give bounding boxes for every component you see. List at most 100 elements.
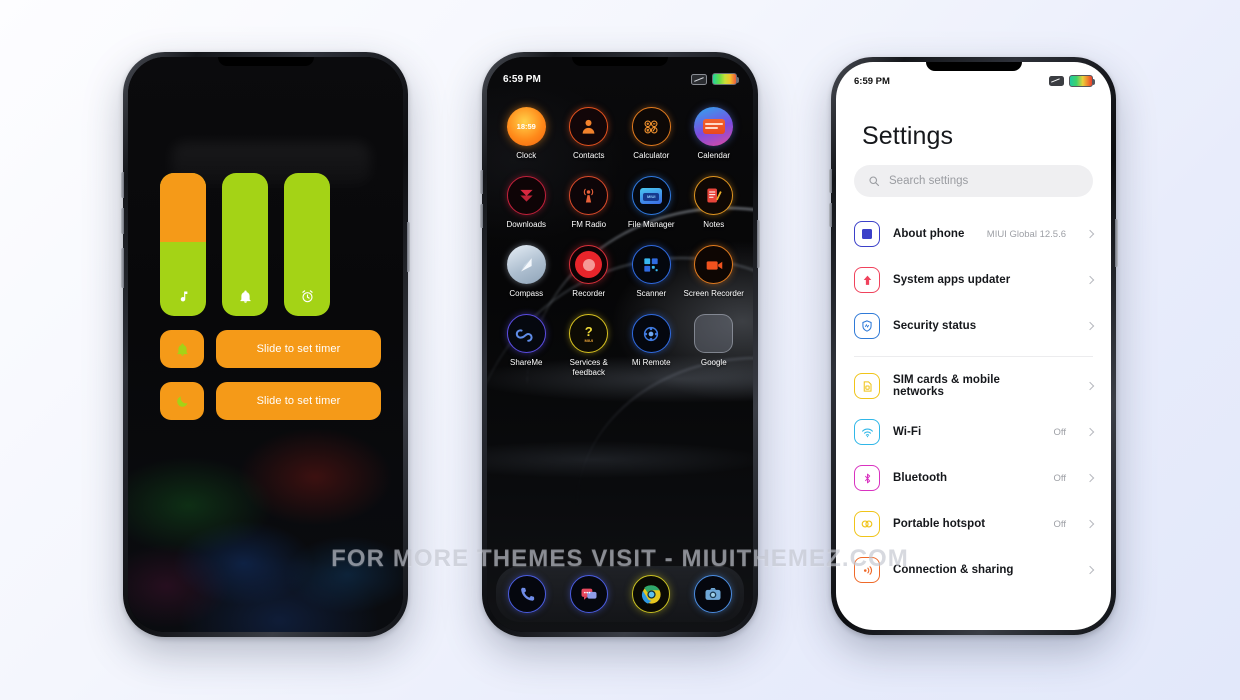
- contacts-icon: [569, 107, 609, 146]
- settings-row-system-apps-updater[interactable]: System apps updater: [854, 257, 1095, 303]
- settings-row-security-status[interactable]: Security status: [854, 303, 1095, 349]
- app-compass[interactable]: Compass: [495, 239, 558, 302]
- power-button[interactable]: [757, 220, 760, 268]
- app-contacts[interactable]: Contacts: [558, 101, 621, 164]
- app-calendar[interactable]: Calendar: [683, 101, 746, 164]
- chevron-right-icon: [1085, 275, 1095, 285]
- app-recorder[interactable]: Recorder: [558, 239, 621, 302]
- volume-up-button[interactable]: [121, 172, 124, 198]
- app-downloads[interactable]: Downloads: [495, 170, 558, 233]
- volume-up-button[interactable]: [480, 170, 483, 194]
- app-notes[interactable]: Notes: [683, 170, 746, 233]
- app-label: Downloads: [506, 220, 547, 229]
- dock-phone-icon[interactable]: [508, 575, 546, 613]
- music-note-icon: [180, 291, 187, 302]
- timer-slider-night-label: Slide to set timer: [256, 395, 341, 407]
- notes-icon: [694, 176, 734, 215]
- calendar-icon: [694, 107, 734, 146]
- recorder-icon: [569, 245, 609, 284]
- power-button[interactable]: [1115, 219, 1118, 267]
- video-camera-glyph: [706, 260, 722, 270]
- settings-row-sim-cards[interactable]: SIM cards & mobile networks: [854, 363, 1095, 409]
- settings-row-label: Bluetooth: [893, 472, 948, 484]
- settings-row-value: Off: [1053, 518, 1067, 530]
- app-label: Contacts: [572, 151, 605, 160]
- compass-icon: [506, 245, 546, 284]
- settings-row-label: SIM cards & mobile networks: [893, 374, 1000, 398]
- google-folder-icon: [694, 314, 734, 353]
- slider-icon-night[interactable]: [160, 382, 204, 420]
- settings-row-bluetooth[interactable]: Bluetooth Off: [854, 455, 1095, 501]
- volume-down-button[interactable]: [480, 204, 483, 228]
- status-bar: 6:59 PM: [487, 71, 753, 87]
- dock: [496, 566, 744, 622]
- volume-down-button[interactable]: [121, 208, 124, 234]
- qr-glyph: [644, 257, 658, 272]
- file-manager-icon: MIUI: [631, 176, 671, 215]
- app-label: FM Radio: [571, 220, 607, 229]
- power-button[interactable]: [407, 222, 410, 272]
- volume-bars: [160, 173, 330, 316]
- settings-row-connection-sharing[interactable]: Connection & sharing: [854, 547, 1095, 593]
- hotspot-icon: [854, 511, 880, 537]
- slider-icon-alarm[interactable]: [160, 330, 204, 368]
- dock-chrome-icon[interactable]: [632, 575, 670, 613]
- app-label: Notes: [703, 220, 725, 229]
- phone2-screen: 6:59 PM 18:59 Clock Contacts Calculator …: [487, 57, 753, 632]
- app-file-manager[interactable]: MIUI File Manager: [620, 170, 683, 233]
- app-label: ShareMe: [510, 358, 543, 367]
- app-label: Google: [700, 358, 727, 367]
- app-mi-remote[interactable]: Mi Remote: [620, 308, 683, 381]
- volume-up-button[interactable]: [829, 169, 832, 193]
- timer-slider-row-night: Slide to set timer: [160, 382, 381, 420]
- connection-sharing-icon: [854, 557, 880, 583]
- clock-icon: 18:59: [506, 107, 546, 146]
- settings-row-label: Wi-Fi: [893, 426, 922, 438]
- app-label: File Manager: [627, 220, 675, 229]
- settings-row-wifi[interactable]: Wi-Fi Off: [854, 409, 1095, 455]
- settings-row-portable-hotspot[interactable]: Portable hotspot Off: [854, 501, 1095, 547]
- app-fm-radio[interactable]: FM Radio: [558, 170, 621, 233]
- settings-row-about-phone[interactable]: About phone MIUI Global 12.5.6: [854, 211, 1095, 257]
- shield-glyph: [862, 320, 872, 332]
- silence-button[interactable]: [121, 248, 124, 288]
- app-clock[interactable]: 18:59 Clock: [495, 101, 558, 164]
- status-time: 6:59 PM: [503, 73, 541, 85]
- app-screen-recorder[interactable]: Screen Recorder: [683, 239, 746, 302]
- clock-icon-time: 18:59: [516, 122, 536, 131]
- search-input[interactable]: Search settings: [854, 165, 1093, 197]
- arrow-up-glyph: [863, 275, 871, 285]
- phone1-notch: [217, 57, 314, 66]
- phone1-screen: Slide to set timer Slide to set timer: [128, 57, 403, 632]
- dock-messages-icon[interactable]: [570, 575, 608, 613]
- app-label: Compass: [509, 289, 544, 298]
- sim-card-icon: [854, 373, 880, 399]
- dock-camera-icon[interactable]: [694, 575, 732, 613]
- settings-row-label: Security status: [893, 320, 977, 332]
- timer-slider-alarm[interactable]: Slide to set timer: [216, 330, 381, 368]
- volume-down-button[interactable]: [829, 203, 832, 227]
- phone-device-settings: 6:59 PM Settings Search settings About p…: [829, 57, 1118, 635]
- timer-slider-night[interactable]: Slide to set timer: [216, 382, 381, 420]
- phone2-notch: [572, 57, 668, 66]
- volume-bar-ring[interactable]: [222, 173, 268, 316]
- messages-icon: [581, 588, 597, 600]
- app-calculator[interactable]: Calculator: [620, 101, 683, 164]
- shield-icon: [854, 313, 880, 339]
- phone-device-clock: Slide to set timer Slide to set timer: [121, 52, 410, 637]
- fm-radio-icon: [569, 176, 609, 215]
- phone-device-home: 6:59 PM 18:59 Clock Contacts Calculator …: [480, 52, 760, 637]
- app-google-folder[interactable]: Google: [683, 308, 746, 381]
- settings-divider: [854, 356, 1093, 357]
- app-services-feedback[interactable]: ? MIUI Services & feedback: [558, 308, 621, 381]
- settings-row-value: Off: [1053, 426, 1067, 438]
- app-scanner[interactable]: Scanner: [620, 239, 683, 302]
- signal-waves-glyph: [863, 565, 872, 575]
- download-arrows-glyph: [520, 189, 533, 202]
- volume-bar-alarm[interactable]: [284, 173, 330, 316]
- app-label: Calendar: [697, 151, 730, 160]
- volume-bar-music[interactable]: [160, 173, 206, 316]
- search-placeholder: Search settings: [889, 175, 969, 187]
- app-shareme[interactable]: ShareMe: [495, 308, 558, 381]
- page-title: Settings: [862, 122, 954, 150]
